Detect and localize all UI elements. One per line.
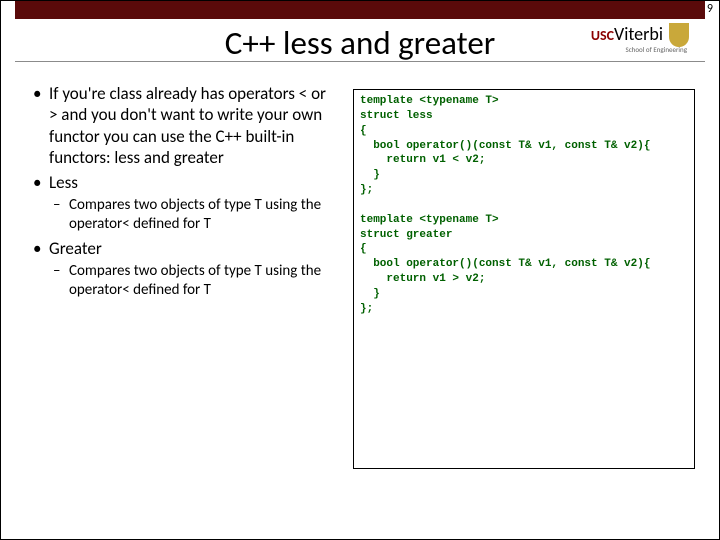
bullet-item: Less Compares two objects of type T usin… xyxy=(31,172,331,234)
bullet-item: Greater Compares two objects of type T u… xyxy=(31,238,331,300)
sub-bullet-item: Compares two objects of type T using the… xyxy=(49,196,331,234)
bullet-text: Greater xyxy=(49,238,102,259)
sub-bullet-item: Compares two objects of type T using the… xyxy=(49,262,331,300)
slide: 9 USCViterbi School of Engineering C++ l… xyxy=(0,0,720,540)
bullet-text: Less xyxy=(49,172,78,193)
code-block: template <typename T> struct less { bool… xyxy=(353,89,695,469)
bullet-list: If you're class already has operators < … xyxy=(31,83,331,304)
bullet-text: If you're class already has operators < … xyxy=(49,83,326,168)
sub-bullet-text: Compares two objects of type T using the… xyxy=(69,262,321,299)
bullet-item: If you're class already has operators < … xyxy=(31,83,331,168)
header-bar xyxy=(15,1,705,19)
slide-title: C++ less and greater xyxy=(1,23,719,63)
sub-bullet-text: Compares two objects of type T using the… xyxy=(69,196,321,233)
page-number: 9 xyxy=(707,2,713,16)
